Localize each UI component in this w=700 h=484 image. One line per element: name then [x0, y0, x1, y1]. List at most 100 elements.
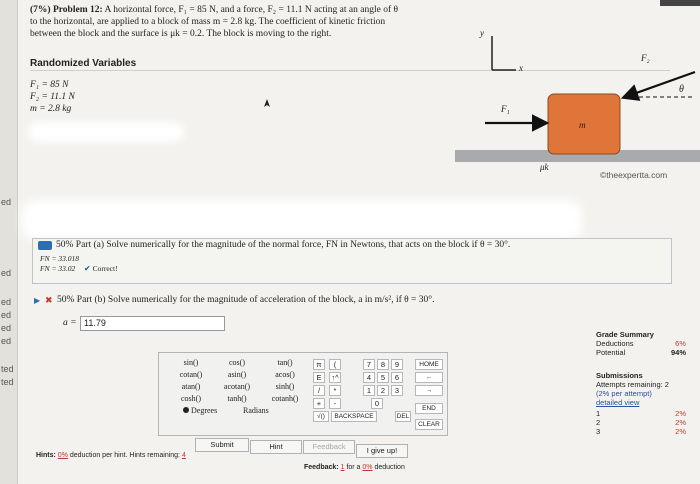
hints-label: Hints: [36, 452, 56, 459]
tanh-button[interactable]: tanh() [217, 393, 257, 405]
problem-statement: (7%) Problem 12: A horizontal force, F₁ … [30, 4, 460, 40]
problem-number: (7%) Problem 12: [30, 5, 103, 15]
degrees-option[interactable]: Degrees [183, 405, 243, 417]
submission-val: 2% [675, 418, 686, 427]
mu-label: μk [540, 162, 549, 172]
part-a-collapse-icon[interactable] [38, 241, 52, 250]
digit-8-key[interactable]: 8 [377, 359, 389, 370]
correct-label: Correct! [92, 264, 118, 273]
hint-button[interactable]: Hint [250, 440, 302, 454]
cosh-button[interactable]: cosh() [169, 393, 213, 405]
sidebar-fragment: ed [1, 197, 12, 207]
open-paren-key[interactable]: ( [329, 359, 341, 370]
digit-3-key[interactable]: 3 [391, 385, 403, 396]
power-key[interactable]: ↑^ [329, 372, 341, 383]
left-sidebar [0, 0, 18, 484]
part-b-title: 50% Part (b) Solve numerically for the m… [57, 295, 435, 305]
digit-1-key[interactable]: 1 [363, 385, 375, 396]
submission-num: 3 [596, 427, 601, 436]
mass-label: m [579, 120, 586, 130]
plus-key[interactable]: + [313, 398, 325, 409]
var-f2: F₂ = 11.1 N [30, 92, 75, 102]
sidebar-fragment: ed [1, 323, 12, 333]
feedback-button[interactable]: Feedback [303, 440, 355, 454]
sinh-button[interactable]: sinh() [263, 381, 307, 393]
minus-key[interactable]: - [329, 398, 341, 409]
part-a-value-1: FN = 33.018 [40, 254, 80, 263]
sqrt-key[interactable]: √() [313, 411, 329, 422]
backspace-key[interactable]: BACKSPACE [331, 411, 377, 422]
theta-label: θ [679, 84, 684, 95]
cos-button[interactable]: cos() [217, 357, 257, 369]
submit-button[interactable]: Submit [195, 438, 249, 452]
potential-value: 94% [670, 348, 686, 357]
hints-line: Hints: 0% deduction per hint. Hints rema… [36, 452, 186, 459]
digit-0-key[interactable]: 0 [371, 398, 383, 409]
redaction-blur [22, 200, 582, 240]
potential-row: Potential 94% [596, 348, 686, 357]
submission-val: 2% [675, 409, 686, 418]
pi-key[interactable]: π [313, 359, 325, 370]
hints-remaining: 4 [181, 452, 186, 459]
give-up-button[interactable]: I give up! [356, 444, 408, 458]
f2-label: F₂ [641, 53, 650, 63]
asin-button[interactable]: asin() [217, 369, 257, 381]
submissions-title: Submissions [596, 371, 643, 380]
part-a-value-2: FN = 33.02 [40, 264, 76, 273]
deductions-label: Deductions [596, 339, 634, 348]
atan-button[interactable]: atan() [169, 381, 213, 393]
redaction-blur [28, 122, 184, 142]
digit-7-key[interactable]: 7 [363, 359, 375, 370]
hints-text: deduction per hint. Hints remaining: [69, 452, 180, 459]
end-key[interactable]: END [415, 403, 443, 414]
top-strip [660, 0, 700, 6]
feedback-deduction: deduction [374, 464, 405, 471]
divide-key[interactable]: / [313, 385, 325, 396]
submission-row: 1 2% [596, 409, 686, 418]
mouse-cursor-icon [264, 99, 270, 107]
feedback-for: for a [346, 464, 361, 471]
sin-button[interactable]: sin() [171, 357, 211, 369]
f1-label: F₁ [501, 104, 510, 114]
sidebar-fragment: ed [1, 297, 12, 307]
submission-row: 3 2% [596, 427, 686, 436]
right-arrow-key[interactable]: → [415, 385, 443, 396]
sidebar-fragment: ed [1, 336, 12, 346]
sidebar-fragment: ed [1, 268, 12, 278]
sidebar-fragment: ted [1, 377, 14, 387]
submission-num: 1 [596, 409, 601, 418]
tan-button[interactable]: tan() [263, 357, 307, 369]
cotanh-button[interactable]: cotanh() [261, 393, 309, 405]
acos-button[interactable]: acos() [263, 369, 307, 381]
part-b-expand-icon[interactable]: ▶ [34, 296, 40, 305]
feedback-num: 1 [340, 464, 345, 471]
feedback-pct: 0% [362, 464, 373, 471]
randomized-variables-title: Randomized Variables [30, 58, 137, 69]
detailed-view-link[interactable]: detailed view [596, 398, 686, 407]
acotan-button[interactable]: acotan() [215, 381, 259, 393]
per-attempt: (2% per attempt) [596, 389, 652, 398]
digit-2-key[interactable]: 2 [377, 385, 389, 396]
calculator-panel: sin() cos() tan() cotan() asin() acos() … [158, 352, 448, 436]
e-key[interactable]: E [313, 372, 325, 383]
left-arrow-key[interactable]: ← [415, 372, 443, 383]
submission-num: 2 [596, 418, 601, 427]
submission-val: 2% [675, 427, 686, 436]
clear-key[interactable]: CLEAR [415, 419, 443, 430]
digit-9-key[interactable]: 9 [391, 359, 403, 370]
feedback-line: Feedback: 1 for a 0% deduction [304, 464, 405, 471]
radio-selected-icon [183, 407, 189, 413]
var-f1: F₁ = 85 N [30, 80, 69, 90]
multiply-key[interactable]: * [329, 385, 341, 396]
digit-6-key[interactable]: 6 [391, 372, 403, 383]
watermark: ©theexpertta.com [600, 170, 668, 180]
home-key[interactable]: HOME [415, 359, 443, 370]
digit-4-key[interactable]: 4 [363, 372, 375, 383]
answer-input[interactable]: 11.79 [80, 316, 225, 331]
radians-option[interactable]: Radians [243, 405, 293, 417]
cotan-button[interactable]: cotan() [169, 369, 213, 381]
del-key[interactable]: DEL [395, 411, 411, 422]
deductions-value: 6% [675, 339, 686, 348]
deductions-row: Deductions 6% [596, 339, 686, 348]
digit-5-key[interactable]: 5 [377, 372, 389, 383]
